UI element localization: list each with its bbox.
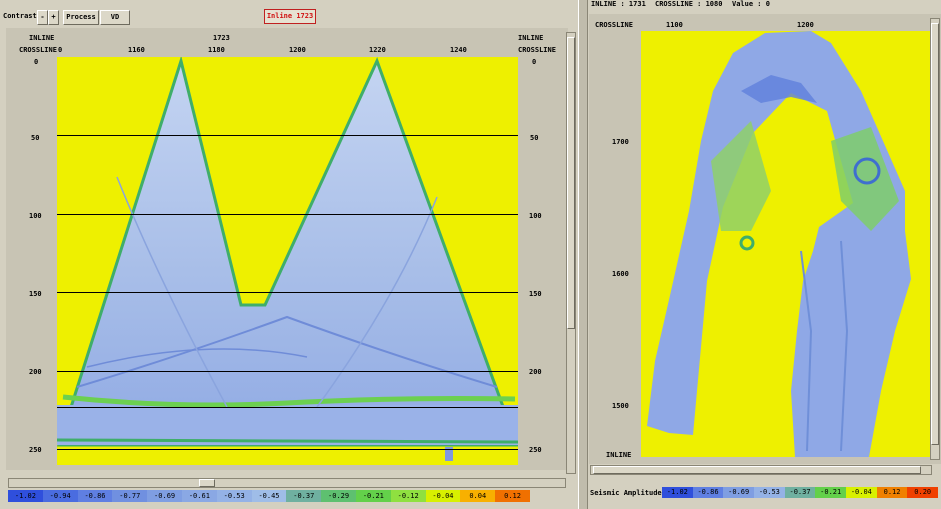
pane-divider[interactable] xyxy=(578,0,588,509)
map-x-tick: 1200 xyxy=(797,21,814,29)
right-vertical-scroll-thumb[interactable] xyxy=(931,23,939,445)
depth-line xyxy=(57,214,518,215)
y-tick: 200 xyxy=(29,368,42,376)
colorbar-segment: 0.04 xyxy=(460,490,496,502)
y-tick-right: 150 xyxy=(529,290,542,298)
colorbar-segment: -0.69 xyxy=(723,487,755,498)
x-tick: 1220 xyxy=(369,46,386,54)
colorbar-segment: -0.21 xyxy=(815,487,847,498)
colorbar-segment: -0.21 xyxy=(355,490,391,502)
corner-inline-label-right: INLINE xyxy=(518,34,544,42)
x-tick: 1180 xyxy=(208,46,225,54)
corner-crossline-label: CROSSLINE xyxy=(19,46,57,54)
map-x-tick: 1100 xyxy=(666,21,683,29)
status-crossline: CROSSLINE : 1080 xyxy=(655,0,723,8)
x-tick: 0 xyxy=(58,46,63,54)
left-vertical-scrollbar[interactable] xyxy=(566,32,576,474)
colorbar-segment: -0.04 xyxy=(425,490,461,502)
left-vertical-scroll-thumb[interactable] xyxy=(567,37,575,329)
status-inline: INLINE : 1731 xyxy=(591,0,646,8)
colorbar-segment: -0.94 xyxy=(42,490,78,502)
right-colorbar: -1.02 -0.86 -0.69 -0.53 -0.37 -0.21 -0.04 0.12 0… xyxy=(662,487,939,498)
corner-crossline-label-right: CROSSLINE xyxy=(518,46,556,54)
contrast-decrease-button[interactable]: - xyxy=(37,10,48,25)
status-bar: INLINE : 1731 CROSSLINE : 1080 Value : 0 xyxy=(589,0,941,9)
depth-line xyxy=(57,292,518,293)
y-tick-right: 0 xyxy=(532,58,537,66)
left-toolbar: Contrast - + Process VD Inline 1723 xyxy=(0,0,578,25)
right-vertical-scrollbar[interactable] xyxy=(930,18,940,460)
x-tick: 1240 xyxy=(450,46,467,54)
colorbar-segment: -0.61 xyxy=(181,490,217,502)
left-horizontal-scrollbar[interactable] xyxy=(8,478,566,488)
process-button[interactable]: Process xyxy=(63,10,99,25)
y-tick-right: 200 xyxy=(529,368,542,376)
y-tick: 50 xyxy=(31,134,40,142)
seismic-map-image[interactable] xyxy=(641,31,933,457)
section-title: 1723 xyxy=(213,34,230,42)
colorbar-segment: 0.12 xyxy=(876,487,908,498)
y-tick-right: 50 xyxy=(530,134,539,142)
y-tick-right: 250 xyxy=(529,446,542,454)
map-y-tick: 1600 xyxy=(612,270,629,278)
right-horizontal-scrollbar[interactable] xyxy=(590,465,932,475)
depth-line xyxy=(57,449,518,450)
y-tick: 150 xyxy=(29,290,42,298)
colorbar-segment: -1.02 xyxy=(8,490,43,502)
colorbar-segment: -0.53 xyxy=(216,490,252,502)
map-y-tick: 1700 xyxy=(612,138,629,146)
y-tick: 0 xyxy=(34,58,39,66)
colorbar-segment: -0.53 xyxy=(754,487,785,498)
inline-number-badge[interactable]: Inline 1723 xyxy=(264,9,316,24)
map-corner-inline-label: INLINE xyxy=(606,451,632,459)
map-y-tick: 1500 xyxy=(612,402,629,410)
right-horizontal-scroll-thumb[interactable] xyxy=(593,466,921,474)
colorbar-segment: -0.69 xyxy=(147,490,182,502)
seismic-section-image[interactable] xyxy=(57,57,518,465)
colorbar-segment: 0.20 xyxy=(907,487,939,498)
colorbar-segment: -0.37 xyxy=(784,487,816,498)
colorbar-title: Seismic Amplitude xyxy=(590,489,662,497)
left-colorbar: -1.02 -0.94 -0.86 -0.77 -0.69 -0.61 -0.53 -0.45… xyxy=(8,490,530,502)
colorbar-segment: -0.77 xyxy=(112,490,148,502)
y-tick: 100 xyxy=(29,212,42,220)
colorbar-segment: -0.45 xyxy=(251,490,287,502)
colorbar-segment: -0.12 xyxy=(390,490,426,502)
colorbar-segment: -0.04 xyxy=(846,487,877,498)
depth-line xyxy=(57,407,518,408)
contrast-increase-button[interactable]: + xyxy=(48,10,59,25)
colorbar-segment: -0.86 xyxy=(77,490,113,502)
left-horizontal-scroll-thumb[interactable] xyxy=(199,479,215,487)
colorbar-segment: -0.37 xyxy=(286,490,322,502)
colorbar-segment: 0.12 xyxy=(495,490,530,502)
status-value: Value : 0 xyxy=(732,0,770,8)
contrast-label: Contrast xyxy=(3,12,37,20)
x-tick: 1160 xyxy=(128,46,145,54)
vd-button[interactable]: VD xyxy=(100,10,130,25)
x-tick: 1200 xyxy=(289,46,306,54)
colorbar-segment: -0.29 xyxy=(321,490,356,502)
y-tick-right: 100 xyxy=(529,212,542,220)
corner-inline-label: INLINE xyxy=(29,34,55,42)
y-tick: 250 xyxy=(29,446,42,454)
colorbar-segment: -0.86 xyxy=(692,487,724,498)
colorbar-segment: -1.02 xyxy=(662,487,693,498)
map-corner-crossline-label: CROSSLINE xyxy=(595,21,633,29)
depth-line xyxy=(57,135,518,136)
depth-line xyxy=(57,371,518,372)
